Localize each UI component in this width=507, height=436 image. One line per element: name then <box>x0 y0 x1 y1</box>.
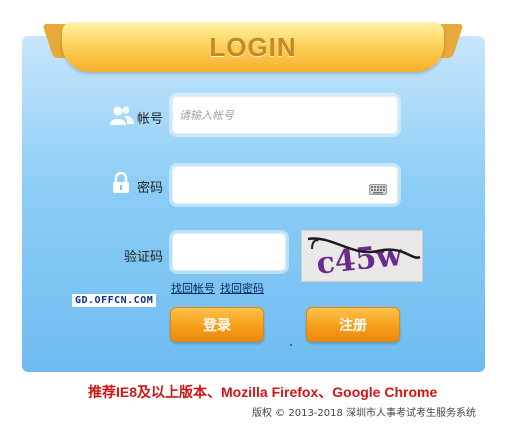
captcha-label: 验证码 <box>124 250 164 265</box>
register-button-label: 注册 <box>339 317 367 334</box>
ribbon-banner: LOGIN <box>62 22 444 72</box>
page-title: LOGIN <box>209 31 297 62</box>
password-input[interactable] <box>173 167 397 203</box>
login-ribbon: LOGIN <box>42 18 464 74</box>
account-input[interactable] <box>173 97 397 133</box>
login-button-label: 登录 <box>203 317 231 334</box>
find-password-link[interactable]: 找回密码 <box>220 280 264 296</box>
password-field-box <box>172 166 398 204</box>
watermark: GD.OFFCN.COM <box>72 294 157 307</box>
copyright-text: 版权 © 2013-2018 深圳市人事考试考生服务系统 <box>252 408 477 419</box>
password-label: 密码 <box>137 181 164 196</box>
panel-dot <box>290 344 292 346</box>
account-field-box <box>172 96 398 134</box>
account-label: 帐号 <box>137 112 164 127</box>
keyboard-icon[interactable] <box>369 180 387 199</box>
captcha-input[interactable] <box>173 234 285 270</box>
browser-notice: 推荐IE8及以上版本、Mozilla Firefox、Google Chrome <box>88 384 438 400</box>
login-button[interactable]: 登录 <box>170 307 264 342</box>
register-button[interactable]: 注册 <box>306 307 400 342</box>
captcha-field-box <box>172 233 286 271</box>
find-account-link[interactable]: 找回帐号 <box>171 280 215 296</box>
captcha-image[interactable]: c45w <box>301 230 423 282</box>
users-icon <box>110 105 134 131</box>
lock-icon <box>112 171 130 198</box>
captcha-graphic: c45w <box>302 231 422 281</box>
